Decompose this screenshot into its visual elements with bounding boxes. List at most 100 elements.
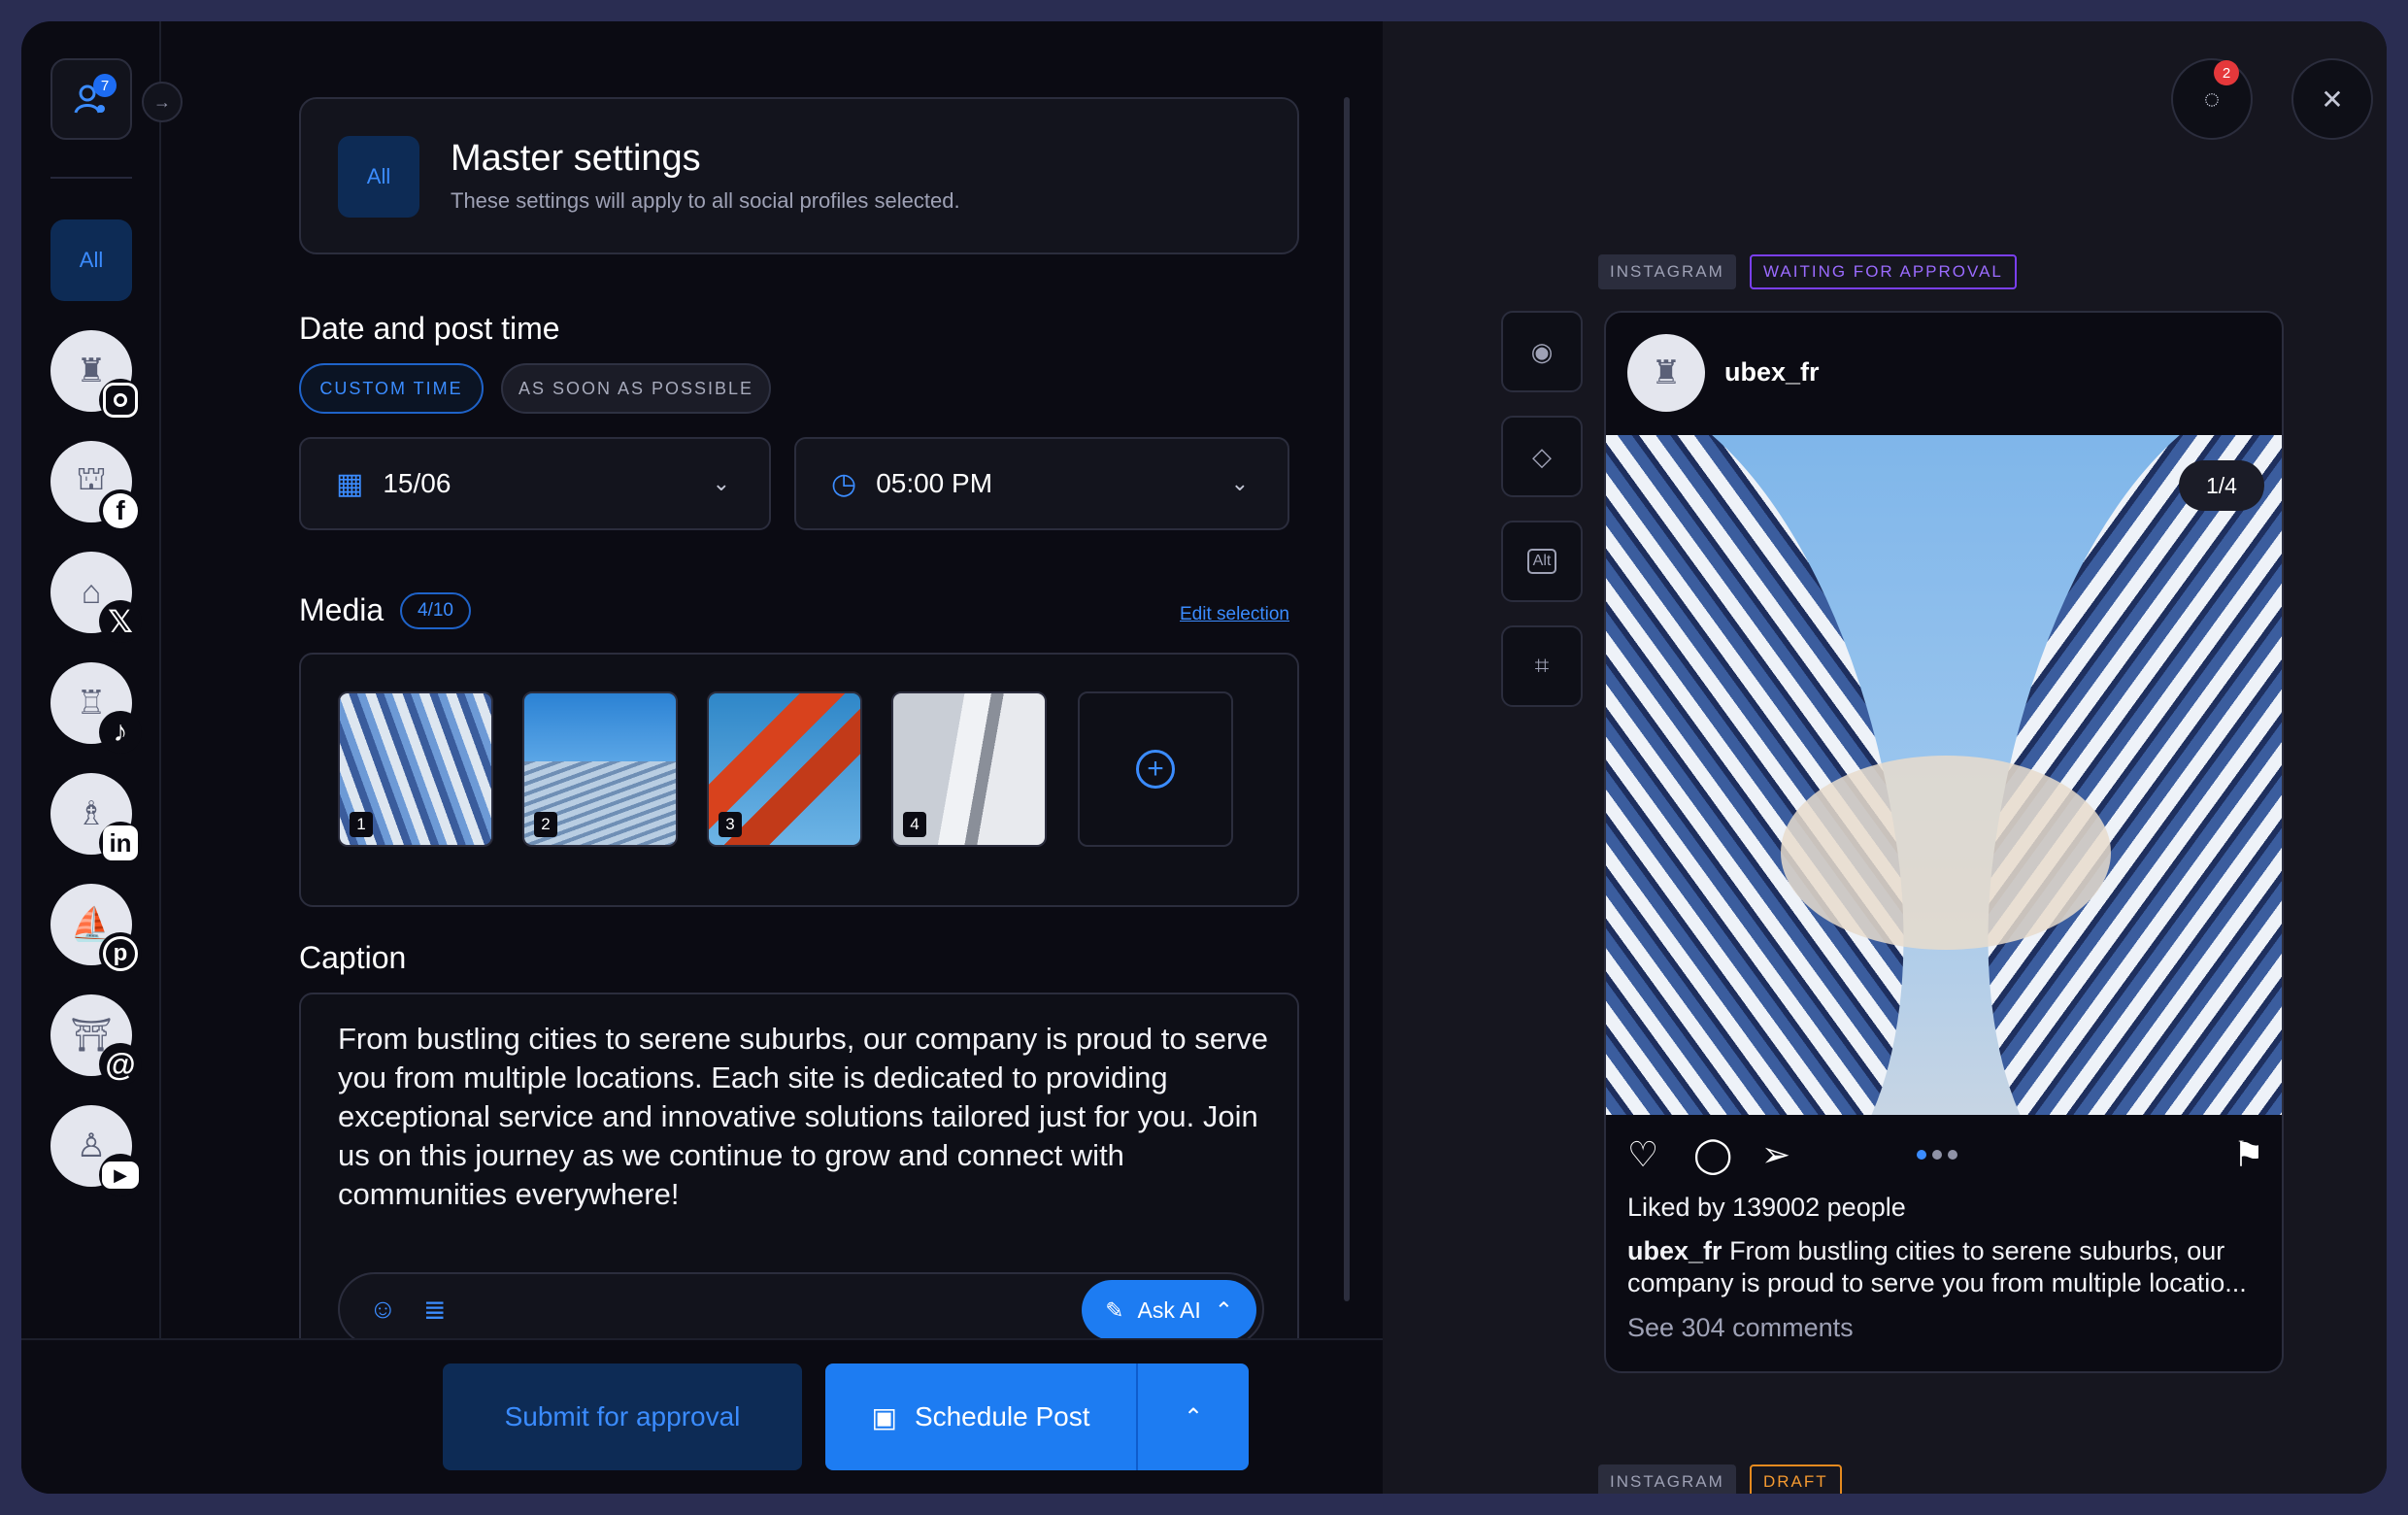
media-grid: 1 2 3 4 + bbox=[299, 653, 1299, 907]
ask-ai-button[interactable]: ✎ Ask AI ⌃ bbox=[1082, 1280, 1256, 1340]
chevron-up-icon: ⌃ bbox=[1214, 1296, 1233, 1323]
media-thumb[interactable]: 2 bbox=[522, 691, 678, 847]
bookmark-icon[interactable]: ⚑ bbox=[2233, 1134, 2264, 1175]
profile-linkedin[interactable]: ♗ in bbox=[50, 773, 142, 864]
likes-count: Liked by 139002 people bbox=[1627, 1193, 1906, 1222]
avatar: ♜ bbox=[1627, 334, 1705, 412]
master-title: Master settings bbox=[451, 138, 701, 179]
close-button[interactable]: ✕ bbox=[2291, 58, 2373, 140]
all-tag: All bbox=[338, 136, 419, 218]
master-subtitle: These settings will apply to all social … bbox=[451, 188, 960, 213]
chevron-up-icon: ⌃ bbox=[1183, 1403, 1204, 1431]
calendar-icon: ▦ bbox=[336, 467, 364, 500]
date-value: 15/06 bbox=[383, 468, 452, 498]
schedule-label: Schedule Post bbox=[914, 1401, 1090, 1431]
scrollbar[interactable] bbox=[1344, 97, 1350, 1301]
plus-icon: + bbox=[1136, 750, 1175, 789]
eye-icon: ◉ bbox=[1530, 336, 1554, 366]
time-picker[interactable]: ◷ 05:00 PM ⌄ bbox=[794, 437, 1289, 530]
submit-approval-button[interactable]: Submit for approval bbox=[443, 1364, 802, 1470]
editor-footer: Submit for approval ▣ Schedule Post ⌃ bbox=[21, 1338, 1383, 1494]
threads-icon: @ bbox=[105, 1046, 136, 1082]
caption-heading: Caption bbox=[299, 940, 407, 975]
instagram-post-preview: ♜ ubex_fr 1/4 ♡ ◯ ➢ ⚑ Liked by 139002 pe… bbox=[1604, 311, 2284, 1373]
tag-button[interactable]: ◇ bbox=[1501, 416, 1583, 497]
heart-icon[interactable]: ♡ bbox=[1627, 1134, 1658, 1175]
alt-text-button[interactable]: Alt bbox=[1501, 521, 1583, 602]
format-text-icon[interactable]: ≣ bbox=[423, 1294, 446, 1326]
pinterest-icon: p bbox=[103, 936, 138, 971]
chat-icon: ◌ bbox=[2203, 84, 2221, 114]
media-count-badge: 4/10 bbox=[400, 592, 471, 629]
media-thumb[interactable]: 3 bbox=[707, 691, 862, 847]
caption-editor[interactable]: From bustling cities to serene suburbs, … bbox=[299, 993, 1299, 1381]
crop-icon: ⌗ bbox=[1534, 651, 1550, 680]
status-badge: DRAFT bbox=[1750, 1464, 1842, 1494]
profile-threads[interactable]: ⛩ @ bbox=[50, 994, 142, 1086]
youtube-icon: ▶ bbox=[102, 1162, 139, 1189]
caption-text[interactable]: From bustling cities to serene suburbs, … bbox=[338, 1020, 1270, 1214]
caption-username: ubex_fr bbox=[1627, 1236, 1722, 1265]
image-counter: 1/4 bbox=[2179, 460, 2264, 511]
send-icon[interactable]: ➢ bbox=[1761, 1134, 1790, 1175]
profile-tiktok[interactable]: ♖ ♪ bbox=[50, 662, 142, 754]
app-window: 7 → All ♜ ⛫ f ⌂ 𝕏 ♖ ♪ ♗ in ⛵ p ⛩ @ ♙ ▶ A… bbox=[21, 21, 2387, 1494]
profile-instagram[interactable]: ♜ bbox=[50, 330, 142, 421]
linkedin-icon: in bbox=[103, 825, 138, 860]
ask-ai-label: Ask AI bbox=[1137, 1296, 1201, 1323]
account-button[interactable]: 7 bbox=[50, 58, 132, 140]
emoji-icon[interactable]: ☺ bbox=[369, 1294, 397, 1325]
profile-rail: 7 → All ♜ ⛫ f ⌂ 𝕏 ♖ ♪ ♗ in ⛵ p ⛩ @ ♙ ▶ bbox=[21, 21, 183, 1338]
calendar-check-icon: ▣ bbox=[871, 1401, 897, 1432]
magic-wand-icon: ✎ bbox=[1105, 1296, 1124, 1323]
master-settings-card: All Master settings These settings will … bbox=[299, 97, 1299, 254]
comments-button[interactable]: ◌ 2 bbox=[2171, 58, 2253, 140]
crop-button[interactable]: ⌗ bbox=[1501, 625, 1583, 707]
caption-toolbar: ☺ ≣ ✎ Ask AI ⌃ bbox=[338, 1272, 1264, 1346]
custom-time-toggle[interactable]: CUSTOM TIME bbox=[299, 363, 484, 414]
post-caption: ubex_fr From bustling cities to serene s… bbox=[1627, 1235, 2268, 1299]
add-media-button[interactable]: + bbox=[1078, 691, 1233, 847]
chevron-down-icon: ⌄ bbox=[1230, 471, 1249, 495]
profile-pinterest[interactable]: ⛵ p bbox=[50, 884, 142, 975]
tiktok-icon: ♪ bbox=[113, 716, 128, 748]
profile-youtube[interactable]: ♙ ▶ bbox=[50, 1105, 142, 1196]
asap-toggle[interactable]: AS SOON AS POSSIBLE bbox=[501, 363, 771, 414]
date-picker[interactable]: ▦ 15/06 ⌄ bbox=[299, 437, 771, 530]
chevron-down-icon: ⌄ bbox=[712, 471, 730, 495]
tag-icon: ◇ bbox=[1532, 441, 1552, 471]
divider bbox=[50, 177, 132, 179]
x-icon: 𝕏 bbox=[108, 604, 133, 639]
platform-chip: INSTAGRAM bbox=[1598, 1464, 1736, 1494]
notification-badge: 7 bbox=[93, 74, 117, 97]
close-icon: ✕ bbox=[2321, 84, 2344, 115]
schedule-post-button[interactable]: ▣ Schedule Post ⌃ bbox=[825, 1364, 1249, 1470]
expand-rail-button[interactable]: → bbox=[142, 82, 183, 122]
view-comments-link[interactable]: See 304 comments bbox=[1627, 1313, 1854, 1343]
preview-panel: ◌ 2 ✕ INSTAGRAM WAITING FOR APPROVAL ◉ ◇… bbox=[1383, 21, 2387, 1494]
instagram-icon bbox=[103, 383, 138, 418]
profile-facebook[interactable]: ⛫ f bbox=[50, 441, 142, 532]
arrow-right-icon: → bbox=[153, 91, 171, 112]
status-badge: WAITING FOR APPROVAL bbox=[1750, 254, 2017, 289]
clock-icon: ◷ bbox=[831, 467, 857, 500]
all-profiles-tab[interactable]: All bbox=[50, 219, 132, 301]
post-actions: ♡ ◯ ➢ ⚑ bbox=[1606, 1115, 2282, 1193]
preview-toggle-button[interactable]: ◉ bbox=[1501, 311, 1583, 392]
platform-chip: INSTAGRAM bbox=[1598, 254, 1736, 289]
post-username: ubex_fr bbox=[1724, 357, 1820, 387]
notification-badge: 2 bbox=[2214, 60, 2239, 85]
schedule-options-button[interactable]: ⌃ bbox=[1138, 1364, 1249, 1470]
media-thumb[interactable]: 4 bbox=[891, 691, 1047, 847]
edit-selection-link[interactable]: Edit selection bbox=[1180, 604, 1289, 625]
profile-x[interactable]: ⌂ 𝕏 bbox=[50, 552, 142, 643]
facebook-icon: f bbox=[103, 493, 138, 528]
alt-text-icon: Alt bbox=[1526, 549, 1557, 574]
carousel-dots bbox=[1917, 1150, 1957, 1160]
date-time-heading: Date and post time bbox=[299, 311, 560, 346]
time-value: 05:00 PM bbox=[876, 468, 993, 498]
media-thumb[interactable]: 1 bbox=[338, 691, 493, 847]
post-image[interactable]: 1/4 bbox=[1606, 435, 2282, 1115]
comment-icon[interactable]: ◯ bbox=[1693, 1134, 1732, 1175]
post-editor: All Master settings These settings will … bbox=[161, 21, 1383, 1494]
